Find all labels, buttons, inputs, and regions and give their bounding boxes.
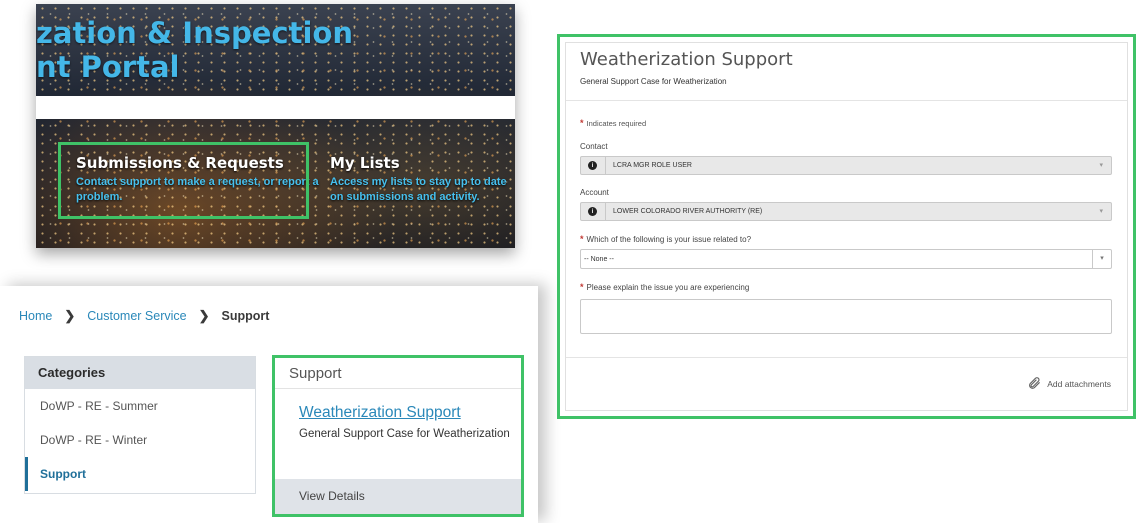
explain-textarea[interactable] (580, 299, 1112, 334)
issue-label-text: Which of the following is your issue rel… (586, 235, 752, 244)
my-lists-desc: Access my lists to stay up to date on su… (330, 176, 507, 203)
required-asterisk: * (580, 234, 584, 244)
portal-title-line-2: nt Portal (36, 50, 180, 84)
weatherization-support-link[interactable]: Weatherization Support (299, 404, 521, 422)
breadcrumb-current: Support (221, 309, 270, 323)
account-label: Account (580, 188, 609, 197)
portal-title-line-1: zation & Inspection (36, 16, 353, 50)
breadcrumb-customer-service[interactable]: Customer Service (87, 309, 186, 323)
contact-field[interactable]: i LCRA MGR ROLE USER ▾ (580, 156, 1112, 175)
category-item-dowp-re-summer[interactable]: DoWP - RE - Summer (25, 389, 255, 423)
support-card-description: General Support Case for Weatherization (299, 428, 510, 440)
chevron-right-icon: ❯ (64, 308, 76, 323)
chevron-down-icon: ▾ (1099, 208, 1103, 215)
form-title: Weatherization Support (580, 49, 793, 70)
field-divider (605, 156, 606, 175)
info-icon: i (588, 207, 597, 216)
support-card: Support Weatherization Support General S… (272, 355, 524, 517)
support-card-header: Support (275, 358, 521, 389)
my-lists-tile[interactable]: My Lists Access my lists to stay up to d… (330, 154, 515, 205)
contact-label: Contact (580, 142, 608, 151)
categories-panel: Categories DoWP - RE - Summer DoWP - RE … (24, 356, 256, 494)
required-note: * Indicates required (580, 118, 1112, 128)
breadcrumb-home[interactable]: Home (19, 309, 52, 323)
explain-label-text: Please explain the issue you are experie… (586, 283, 750, 292)
portal-title: zation & Inspection nt Portal (36, 16, 353, 84)
submissions-highlight-box (58, 142, 309, 219)
form-header: Weatherization Support General Support C… (566, 43, 1127, 101)
my-lists-title: My Lists (330, 154, 400, 172)
add-attachments-link[interactable]: Add attachments (1047, 379, 1111, 389)
chevron-right-icon: ❯ (198, 308, 210, 323)
chevron-down-icon[interactable]: ▾ (1092, 250, 1111, 268)
field-divider (605, 202, 606, 221)
account-field[interactable]: i LOWER COLORADO RIVER AUTHORITY (RE) ▾ (580, 202, 1112, 221)
required-asterisk: * (580, 118, 584, 128)
categories-header: Categories (25, 357, 255, 389)
contact-value: LCRA MGR ROLE USER (613, 162, 692, 169)
explain-label: * Please explain the issue you are experi… (580, 282, 1112, 292)
form-body: * Indicates required Contact i LCRA MGR R… (566, 118, 1127, 334)
support-page: Home ❯ Customer Service ❯ Support Catego… (0, 286, 538, 523)
paperclip-icon[interactable] (1027, 376, 1041, 392)
view-details-button[interactable]: View Details (275, 479, 521, 514)
weatherization-support-form: Weatherization Support General Support C… (565, 42, 1128, 411)
chevron-down-icon: ▾ (1099, 162, 1103, 169)
category-item-support[interactable]: Support (25, 457, 255, 491)
hero-white-bar (36, 96, 515, 119)
category-item-dowp-re-winter[interactable]: DoWP - RE - Winter (25, 423, 255, 457)
breadcrumb: Home ❯ Customer Service ❯ Support (19, 308, 269, 324)
account-value: LOWER COLORADO RIVER AUTHORITY (RE) (613, 208, 763, 215)
issue-select-value: -- None -- (584, 255, 614, 263)
info-icon: i (588, 161, 597, 170)
required-asterisk: * (580, 282, 584, 292)
issue-select[interactable]: -- None -- ▾ (580, 249, 1112, 269)
form-footer: Add attachments (566, 357, 1127, 410)
issue-label: * Which of the following is your issue re… (580, 234, 1112, 244)
required-note-text: Indicates required (586, 119, 647, 128)
form-subtitle: General Support Case for Weatherization (580, 77, 727, 86)
